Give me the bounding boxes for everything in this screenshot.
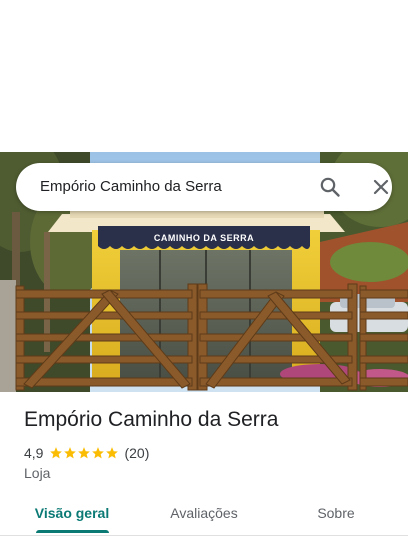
rating-row[interactable]: 4,9 (20) <box>24 444 149 462</box>
star-icon <box>106 447 119 459</box>
active-tab-indicator <box>36 530 109 533</box>
store-sign-text: CAMINHO DA SERRA <box>154 233 254 243</box>
place-category[interactable]: Loja <box>24 465 50 481</box>
star-icon <box>92 447 105 459</box>
star-icon <box>50 447 63 459</box>
search-icon[interactable] <box>318 175 342 199</box>
tabs-divider <box>0 535 408 536</box>
review-count[interactable]: (20) <box>124 445 149 461</box>
tab-about[interactable]: Sobre <box>290 490 382 536</box>
place-title: Empório Caminho da Serra <box>24 408 279 431</box>
star-icon <box>78 447 91 459</box>
star-rating <box>49 446 119 460</box>
rating-value: 4,9 <box>24 445 44 461</box>
search-bar[interactable]: Empório Caminho da Serra <box>16 163 392 211</box>
tab-reviews[interactable]: Avaliações <box>150 490 258 536</box>
search-input[interactable]: Empório Caminho da Serra <box>40 163 222 211</box>
close-icon[interactable] <box>369 175 393 199</box>
star-icon <box>64 447 77 459</box>
